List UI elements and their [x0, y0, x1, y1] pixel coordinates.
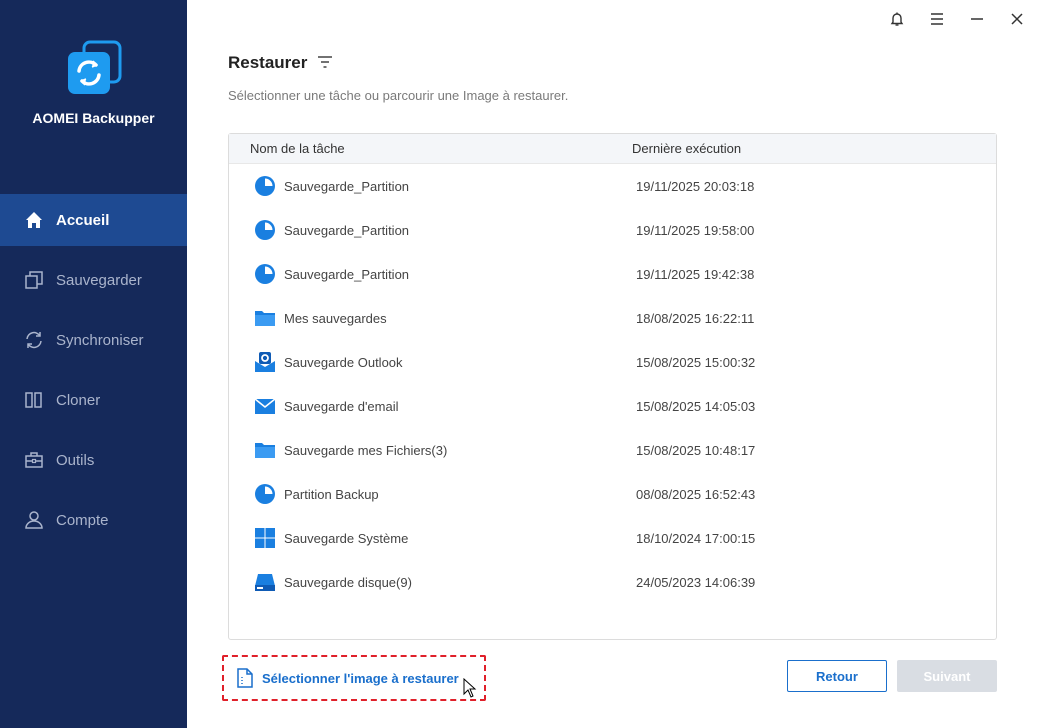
- table-header: Nom de la tâche Dernière exécution: [229, 134, 996, 164]
- sidebar-item-cloner[interactable]: Cloner: [0, 374, 187, 426]
- app-name: AOMEI Backupper: [32, 110, 155, 126]
- next-button[interactable]: Suivant: [897, 660, 997, 692]
- sidebar-item-label: Sauvegarder: [56, 271, 142, 289]
- task-name: Sauvegarde_Partition: [284, 222, 410, 238]
- table-row[interactable]: Sauvegarde d'email 15/08/2025 14:05:03: [229, 384, 996, 428]
- page-title: Restaurer: [228, 53, 308, 72]
- table-row[interactable]: Sauvegarde mes Fichiers(3) 15/08/2025 10…: [229, 428, 996, 472]
- task-name: Mes sauvegardes: [284, 310, 387, 326]
- task-last-run: 19/11/2025 19:42:38: [636, 266, 755, 282]
- task-name: Sauvegarde d'email: [284, 398, 399, 414]
- task-last-run: 19/11/2025 19:58:00: [636, 222, 755, 238]
- sidebar-item-label: Accueil: [56, 211, 110, 229]
- task-last-run: 15/08/2025 15:00:32: [636, 354, 756, 370]
- sidebar-item-outils[interactable]: Outils: [0, 434, 187, 486]
- back-button[interactable]: Retour: [787, 660, 887, 692]
- table-row[interactable]: Sauvegarde disque(9) 24/05/2023 14:06:39: [229, 560, 996, 604]
- filter-icon[interactable]: [317, 55, 333, 69]
- sidebar-nav: Accueil Sauvegarder Synchroniser Cloner …: [0, 194, 187, 554]
- select-image-label: Sélectionner l'image à restaurer: [262, 670, 459, 686]
- disk-icon: [254, 571, 276, 593]
- folder-icon: [254, 439, 276, 461]
- page-subtitle: Sélectionner une tâche ou parcourir une …: [228, 88, 569, 103]
- sidebar-item-label: Compte: [56, 511, 109, 529]
- sidebar-item-sauvegarder[interactable]: Sauvegarder: [0, 254, 187, 306]
- sidebar-item-label: Cloner: [56, 391, 101, 409]
- sidebar-item-synchroniser[interactable]: Synchroniser: [0, 314, 187, 366]
- task-name: Sauvegarde disque(9): [284, 574, 412, 590]
- partition-icon: [254, 263, 276, 285]
- task-table: Nom de la tâche Dernière exécution Sauve…: [228, 133, 997, 640]
- task-name: Sauvegarde Outlook: [284, 354, 403, 370]
- task-last-run: 18/10/2024 17:00:15: [636, 530, 756, 546]
- select-image-button[interactable]: Sélectionner l'image à restaurer: [222, 655, 486, 701]
- aomei-logo-icon: [67, 40, 121, 94]
- partition-icon: [254, 219, 276, 241]
- task-name: Sauvegarde Système: [284, 530, 409, 546]
- task-last-run: 15/08/2025 14:05:03: [636, 398, 756, 414]
- table-row[interactable]: Sauvegarde_Partition 19/11/2025 19:58:00: [229, 208, 996, 252]
- partition-icon: [254, 175, 276, 197]
- table-row[interactable]: Sauvegarde Système 18/10/2024 17:00:15: [229, 516, 996, 560]
- table-row[interactable]: Sauvegarde_Partition 19/11/2025 20:03:18: [229, 164, 996, 208]
- table-row[interactable]: Sauvegarde_Partition 19/11/2025 19:42:38: [229, 252, 996, 296]
- task-name: Sauvegarde mes Fichiers(3): [284, 442, 448, 458]
- windows-icon: [254, 527, 276, 549]
- sidebar-item-accueil[interactable]: Accueil: [0, 194, 187, 246]
- sidebar-item-label: Outils: [56, 451, 95, 469]
- home-icon: [24, 210, 44, 230]
- task-last-run: 08/08/2025 16:52:43: [636, 486, 756, 502]
- column-header-task-name: Nom de la tâche: [250, 141, 345, 156]
- sync-icon: [24, 330, 44, 350]
- email-icon: [254, 395, 276, 417]
- clone-icon: [24, 390, 44, 410]
- folder-icon: [254, 307, 276, 329]
- sidebar: AOMEI Backupper Accueil Sauvegarder Sync…: [0, 0, 187, 728]
- task-last-run: 15/08/2025 10:48:17: [636, 442, 756, 458]
- user-icon: [24, 510, 44, 530]
- app-brand: AOMEI Backupper: [0, 38, 187, 126]
- task-name: Partition Backup: [284, 486, 379, 502]
- table-row[interactable]: Partition Backup 08/08/2025 16:52:43: [229, 472, 996, 516]
- outlook-icon: [254, 351, 276, 373]
- column-header-last-run: Dernière exécution: [632, 141, 742, 156]
- main-panel: Restaurer Sélectionner une tâche ou parc…: [187, 0, 1037, 728]
- table-row[interactable]: Sauvegarde Outlook 15/08/2025 15:00:32: [229, 340, 996, 384]
- backup-icon: [24, 270, 44, 290]
- toolbox-icon: [24, 450, 44, 470]
- image-file-icon: [237, 668, 253, 688]
- table-row[interactable]: Mes sauvegardes 18/08/2025 16:22:11: [229, 296, 996, 340]
- task-name: Sauvegarde_Partition: [284, 266, 410, 282]
- task-last-run: 18/08/2025 16:22:11: [636, 310, 755, 326]
- task-last-run: 24/05/2023 14:06:39: [636, 574, 756, 590]
- task-name: Sauvegarde_Partition: [284, 178, 410, 194]
- mouse-cursor-icon: [463, 678, 477, 698]
- task-last-run: 19/11/2025 20:03:18: [636, 178, 755, 194]
- sidebar-item-label: Synchroniser: [56, 331, 144, 349]
- partition-icon: [254, 483, 276, 505]
- sidebar-item-compte[interactable]: Compte: [0, 494, 187, 546]
